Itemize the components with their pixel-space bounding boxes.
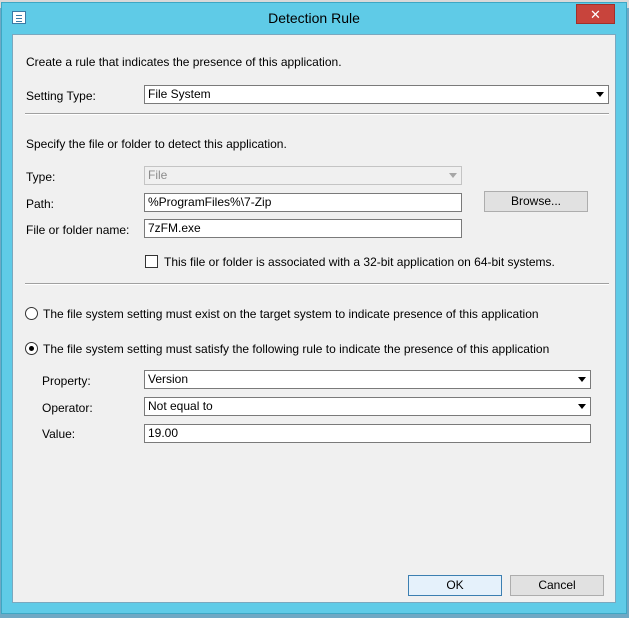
file-name-input[interactable]: 7zFM.exe xyxy=(144,219,462,238)
file-name-value: 7zFM.exe xyxy=(148,221,201,235)
operator-label: Operator: xyxy=(42,401,93,415)
satisfy-radio[interactable] xyxy=(25,342,38,355)
close-icon: ✕ xyxy=(590,7,601,22)
type-dropdown[interactable]: File xyxy=(144,166,462,185)
chevron-down-icon xyxy=(578,377,586,382)
path-value: %ProgramFiles%\7-Zip xyxy=(148,195,272,209)
value-value: 19.00 xyxy=(148,426,179,440)
radio-selected-dot xyxy=(29,346,34,351)
satisfy-radio-label: The file system setting must satisfy the… xyxy=(43,342,550,356)
value-label: Value: xyxy=(42,427,76,441)
chevron-down-icon xyxy=(596,92,604,97)
type-label: Type: xyxy=(26,170,56,184)
property-value: Version xyxy=(148,372,189,386)
path-input[interactable]: %ProgramFiles%\7-Zip xyxy=(144,193,462,212)
detection-rule-dialog: Detection Rule ✕ Create a rule that indi… xyxy=(1,2,627,614)
cancel-button[interactable]: Cancel xyxy=(510,575,604,596)
bit32-checkbox[interactable] xyxy=(145,255,158,268)
value-input[interactable]: 19.00 xyxy=(144,424,591,443)
dialog-title: Detection Rule xyxy=(268,10,360,26)
setting-type-value: File System xyxy=(148,87,211,101)
file-name-label: File or folder name: xyxy=(26,223,130,237)
intro-text: Create a rule that indicates the presenc… xyxy=(26,55,342,69)
setting-type-dropdown[interactable]: File System xyxy=(144,85,609,104)
operator-dropdown[interactable]: Not equal to xyxy=(144,397,591,416)
close-button[interactable]: ✕ xyxy=(576,4,615,24)
property-dropdown[interactable]: Version xyxy=(144,370,591,389)
chevron-down-icon xyxy=(449,173,457,178)
exist-radio-label: The file system setting must exist on th… xyxy=(43,307,539,321)
title-bar: Detection Rule ✕ xyxy=(2,3,626,33)
browse-button[interactable]: Browse... xyxy=(484,191,588,212)
exist-radio[interactable] xyxy=(25,307,38,320)
operator-value: Not equal to xyxy=(148,399,213,413)
ok-button[interactable]: OK xyxy=(408,575,502,596)
separator-top xyxy=(25,113,609,115)
bit32-label: This file or folder is associated with a… xyxy=(164,255,555,269)
chevron-down-icon xyxy=(578,404,586,409)
file-section-heading: Specify the file or folder to detect thi… xyxy=(26,137,287,151)
type-value: File xyxy=(148,168,168,182)
setting-type-label: Setting Type: xyxy=(26,89,96,103)
property-label: Property: xyxy=(42,374,91,388)
path-label: Path: xyxy=(26,197,55,211)
separator-middle xyxy=(25,283,609,285)
dialog-content: Create a rule that indicates the presenc… xyxy=(12,34,616,603)
